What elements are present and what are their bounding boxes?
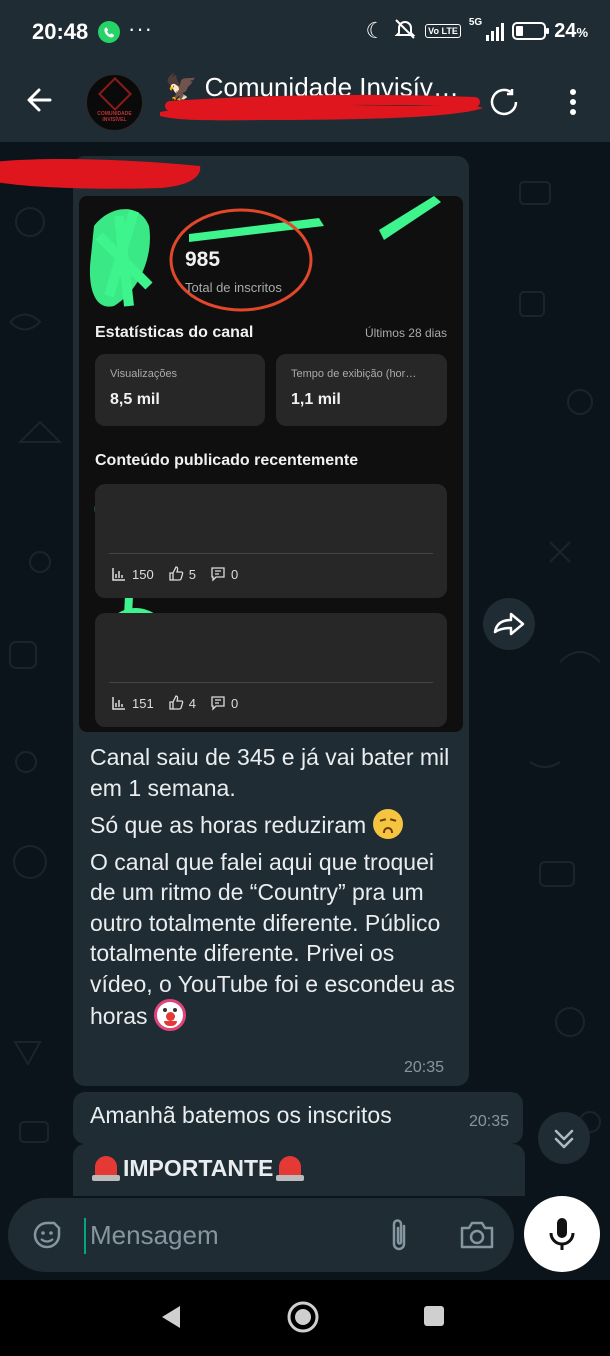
network-type: 5G: [468, 17, 483, 28]
message-timestamp: 20:35: [404, 1059, 445, 1076]
likes-metric: 5: [168, 566, 196, 582]
video-card: 151 4 0: [95, 613, 447, 727]
views-count: 151: [132, 695, 154, 711]
microphone-icon: [549, 1218, 575, 1250]
sticker-emoji-icon[interactable]: [30, 1218, 64, 1252]
message-input[interactable]: [90, 1216, 370, 1254]
moon-icon: ☾: [365, 18, 386, 43]
system-navigation-bar: [0, 1280, 610, 1356]
message-bubble-2[interactable]: Amanhã batemos os inscritos 20:35: [73, 1092, 523, 1144]
add-call-icon[interactable]: [486, 84, 522, 120]
thumbs-up-icon: [169, 566, 183, 581]
subscriber-count: 985: [185, 248, 221, 271]
views-metric: 151: [111, 695, 154, 711]
group-avatar[interactable]: COMUNIDADE INVISÍVEL: [86, 74, 143, 131]
video-metrics: 151 4 0: [111, 695, 238, 711]
status-icons: ☾ Vo LTE 5G 24%: [365, 17, 588, 45]
battery-percent: 24%: [554, 19, 588, 42]
message-bubble-3[interactable]: IMPORTANTE: [73, 1144, 525, 1196]
stat-card-views: Visualizações 8,5 mil: [95, 354, 265, 426]
message-text: Canal saiu de 345 e já vai bater mil em …: [90, 742, 460, 1038]
siren-emoji-icon: [91, 1154, 121, 1182]
stat-value: 1,1 mil: [291, 391, 341, 408]
nav-recents-icon[interactable]: [422, 1304, 446, 1328]
avatar-logo-mark: [97, 77, 132, 111]
chat-area[interactable]: 985 Total de inscritos Estatísticas do c…: [0, 142, 610, 1196]
redaction-scribble-red: [160, 94, 483, 121]
bar-chart-icon: [112, 697, 125, 710]
message-paragraph: Só que as horas reduziram: [90, 809, 460, 841]
bar-chart-icon: [112, 568, 125, 581]
stat-card-watch-time: Tempo de exibição (hor… 1,1 mil: [276, 354, 447, 426]
nav-back-icon[interactable]: [156, 1302, 186, 1332]
scroll-to-bottom-icon[interactable]: [538, 1112, 590, 1164]
clown-face-emoji-icon: [153, 999, 186, 1031]
attach-paperclip-icon[interactable]: [384, 1216, 414, 1254]
status-bar: 20:48 ··· ☾ Vo LTE 5G 24%: [0, 0, 610, 62]
comment-icon: [211, 696, 225, 711]
stat-label: Tempo de exibição (hor…: [291, 368, 417, 380]
battery-icon: [512, 22, 550, 40]
message-input-container[interactable]: [8, 1198, 514, 1272]
thumbs-up-icon: [169, 695, 183, 710]
message-paragraph: Canal saiu de 345 e já vai bater mil em …: [90, 744, 450, 801]
redaction-scribble-sender: [0, 159, 201, 189]
avatar-logo-text: COMUNIDADE INVISÍVEL: [97, 111, 132, 123]
more-options-icon[interactable]: [560, 84, 586, 120]
views-metric: 150: [111, 566, 154, 582]
whatsapp-chat-screen: 20:48 ··· ☾ Vo LTE 5G 24% COMUNIDADE INVI…: [0, 0, 610, 1356]
mute-icon: [393, 18, 417, 45]
likes-count: 4: [188, 695, 196, 711]
video-metrics: 150 5 0: [111, 566, 238, 582]
likes-count: 5: [188, 566, 196, 582]
stat-value: 8,5 mil: [110, 391, 160, 408]
comments-count: 0: [230, 566, 239, 582]
message-timestamp: 20:35: [468, 1113, 509, 1130]
status-more-dots: ···: [128, 16, 153, 41]
comments-metric: 0: [210, 566, 238, 582]
microphone-button[interactable]: [524, 1196, 600, 1272]
stats-period: Últimos 28 dias: [364, 326, 447, 340]
siren-emoji-icon: [275, 1154, 305, 1182]
comment-icon: [211, 567, 225, 582]
message-paragraph: O canal que falei aqui que troquei de um…: [90, 848, 455, 1031]
stats-title: Estatísticas do canal: [95, 324, 254, 341]
signal-icon: [486, 21, 505, 41]
nav-home-icon[interactable]: [286, 1300, 320, 1334]
subscriber-label: Total de inscritos: [185, 280, 282, 295]
volte-badge: Vo LTE: [425, 24, 461, 38]
message-text: Amanhã batemos os inscritos: [90, 1102, 392, 1128]
message-heading: IMPORTANTE: [123, 1154, 274, 1181]
comments-metric: 0: [210, 695, 238, 711]
back-arrow-icon[interactable]: [22, 82, 58, 118]
divider: [109, 553, 433, 554]
camera-icon[interactable]: [458, 1218, 496, 1252]
attached-screenshot[interactable]: 985 Total de inscritos Estatísticas do c…: [79, 196, 463, 732]
composer: [0, 1196, 610, 1276]
views-count: 150: [132, 566, 154, 582]
likes-metric: 4: [168, 695, 196, 711]
recent-content-title: Conteúdo publicado recentemente: [95, 452, 359, 469]
text-cursor: [84, 1218, 86, 1254]
chat-header: COMUNIDADE INVISÍVEL 🦅 Comunidade Invisív…: [0, 62, 610, 142]
comments-count: 0: [230, 695, 239, 711]
video-card: 150 5 0: [95, 484, 447, 598]
message-text: IMPORTANTE: [91, 1154, 305, 1182]
status-time: 20:48: [32, 19, 89, 44]
divider: [109, 682, 433, 683]
whatsapp-icon: [98, 21, 120, 43]
stat-label: Visualizações: [110, 368, 178, 380]
forward-icon[interactable]: [483, 598, 535, 650]
weary-face-emoji-icon: [372, 809, 403, 839]
